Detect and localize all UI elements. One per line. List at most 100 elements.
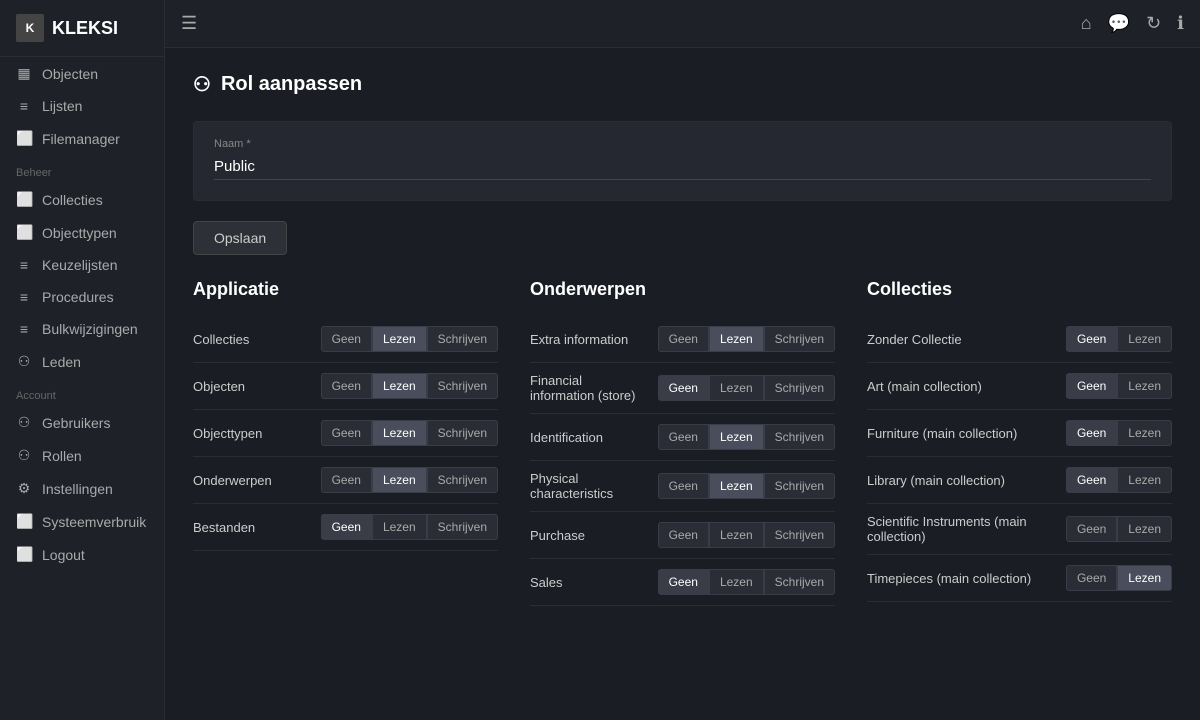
sidebar-item-instellingen[interactable]: ⚙ Instellingen — [0, 472, 164, 505]
sidebar-item-leden[interactable]: ⚇ Leden — [0, 345, 164, 378]
lezen-btn-scientific[interactable]: Lezen — [1117, 516, 1172, 542]
geen-btn-physical[interactable]: Geen — [658, 473, 709, 499]
perm-buttons-purchase: Geen Lezen Schrijven — [658, 522, 835, 548]
perm-row-library: Library (main collection) Geen Lezen — [867, 457, 1172, 504]
naam-form: Naam * — [193, 121, 1172, 201]
save-button[interactable]: Opslaan — [193, 221, 287, 255]
geen-btn-furniture[interactable]: Geen — [1066, 420, 1117, 446]
lezen-btn-physical[interactable]: Lezen — [709, 473, 764, 499]
lezen-btn-identification[interactable]: Lezen — [709, 424, 764, 450]
geen-btn-onderwerpen[interactable]: Geen — [321, 467, 372, 493]
naam-input[interactable] — [214, 154, 1151, 180]
perm-buttons-physical: Geen Lezen Schrijven — [658, 473, 835, 499]
sidebar-item-rollen[interactable]: ⚇ Rollen — [0, 439, 164, 472]
perm-buttons-timepieces: Geen Lezen — [1066, 565, 1172, 591]
lezen-btn-bestanden[interactable]: Lezen — [372, 514, 427, 540]
perm-buttons-collecties: Geen Lezen Schrijven — [321, 326, 498, 352]
perm-row-sales: Sales Geen Lezen Schrijven — [530, 559, 835, 606]
schrijven-btn-objecttypen[interactable]: Schrijven — [427, 420, 498, 446]
geen-btn-zonder-collectie[interactable]: Geen — [1066, 326, 1117, 352]
content-area: ⚇ Rol aanpassen Naam * Opslaan Applicati… — [165, 48, 1200, 720]
sidebar-item-procedures[interactable]: ≡ Procedures — [0, 281, 164, 313]
geen-btn-objecten[interactable]: Geen — [321, 373, 372, 399]
schrijven-btn-physical[interactable]: Schrijven — [764, 473, 835, 499]
sidebar-item-gebruikers[interactable]: ⚇ Gebruikers — [0, 406, 164, 439]
applicatie-title: Applicatie — [193, 279, 498, 300]
logo: K KLEKSI — [0, 0, 164, 57]
sidebar-item-keuzelijsten[interactable]: ≡ Keuzelijsten — [0, 249, 164, 281]
perm-buttons-objecttypen: Geen Lezen Schrijven — [321, 420, 498, 446]
collecties-perm-title: Collecties — [867, 279, 1172, 300]
schrijven-btn-collecties[interactable]: Schrijven — [427, 326, 498, 352]
geen-btn-purchase[interactable]: Geen — [658, 522, 709, 548]
menu-icon[interactable]: ☰ — [181, 13, 197, 34]
geen-btn-bestanden[interactable]: Geen — [321, 514, 372, 540]
geen-btn-extra-info[interactable]: Geen — [658, 326, 709, 352]
lezen-btn-timepieces[interactable]: Lezen — [1117, 565, 1172, 591]
perm-buttons-library: Geen Lezen — [1066, 467, 1172, 493]
info-icon[interactable]: ℹ — [1177, 13, 1184, 34]
geen-btn-financial-info[interactable]: Geen — [658, 375, 709, 401]
sidebar-item-objecten[interactable]: ▦ Objecten — [0, 57, 164, 90]
perm-label-physical: Physical characteristics — [530, 471, 650, 501]
perm-label-onderwerpen: Onderwerpen — [193, 473, 313, 488]
topbar: ☰ ⌂ 💬 ↻ ℹ — [165, 0, 1200, 48]
perm-buttons-bestanden: Geen Lezen Schrijven — [321, 514, 498, 540]
systeemverbruik-icon: ⬜ — [16, 513, 32, 530]
geen-btn-sales[interactable]: Geen — [658, 569, 709, 595]
perm-row-art: Art (main collection) Geen Lezen — [867, 363, 1172, 410]
lezen-btn-onderwerpen[interactable]: Lezen — [372, 467, 427, 493]
lezen-btn-collecties[interactable]: Lezen — [372, 326, 427, 352]
schrijven-btn-financial-info[interactable]: Schrijven — [764, 375, 835, 401]
schrijven-btn-identification[interactable]: Schrijven — [764, 424, 835, 450]
permissions-grid: Applicatie Collecties Geen Lezen Schrijv… — [193, 279, 1172, 606]
lezen-btn-sales[interactable]: Lezen — [709, 569, 764, 595]
geen-btn-art[interactable]: Geen — [1066, 373, 1117, 399]
perm-buttons-extra-info: Geen Lezen Schrijven — [658, 326, 835, 352]
perm-row-timepieces: Timepieces (main collection) Geen Lezen — [867, 555, 1172, 602]
lezen-btn-objecten[interactable]: Lezen — [372, 373, 427, 399]
page-title: ⚇ Rol aanpassen — [193, 72, 1172, 97]
lezen-btn-library[interactable]: Lezen — [1117, 467, 1172, 493]
lezen-btn-objecttypen[interactable]: Lezen — [372, 420, 427, 446]
schrijven-btn-purchase[interactable]: Schrijven — [764, 522, 835, 548]
schrijven-btn-objecten[interactable]: Schrijven — [427, 373, 498, 399]
sidebar-item-systeemverbruik[interactable]: ⬜ Systeemverbruik — [0, 505, 164, 538]
refresh-icon[interactable]: ↻ — [1146, 13, 1161, 34]
geen-btn-library[interactable]: Geen — [1066, 467, 1117, 493]
schrijven-btn-onderwerpen[interactable]: Schrijven — [427, 467, 498, 493]
lezen-btn-zonder-collectie[interactable]: Lezen — [1117, 326, 1172, 352]
geen-btn-scientific[interactable]: Geen — [1066, 516, 1117, 542]
sidebar-item-filemanager[interactable]: ⬜ Filemanager — [0, 122, 164, 155]
sidebar-item-objecttypen[interactable]: ⬜ Objecttypen — [0, 216, 164, 249]
main-area: ☰ ⌂ 💬 ↻ ℹ ⚇ Rol aanpassen Naam * Opslaan… — [165, 0, 1200, 720]
bulk-icon: ≡ — [16, 321, 32, 337]
procedures-icon: ≡ — [16, 289, 32, 305]
gebruikers-icon: ⚇ — [16, 414, 32, 431]
sidebar-item-logout[interactable]: ⬜ Logout — [0, 538, 164, 571]
lezen-btn-extra-info[interactable]: Lezen — [709, 326, 764, 352]
message-icon[interactable]: 💬 — [1108, 13, 1130, 34]
keuzelijsten-icon: ≡ — [16, 257, 32, 273]
perm-buttons-onderwerpen: Geen Lezen Schrijven — [321, 467, 498, 493]
geen-btn-objecttypen[interactable]: Geen — [321, 420, 372, 446]
schrijven-btn-bestanden[interactable]: Schrijven — [427, 514, 498, 540]
perm-label-sales: Sales — [530, 575, 650, 590]
schrijven-btn-sales[interactable]: Schrijven — [764, 569, 835, 595]
lezen-btn-furniture[interactable]: Lezen — [1117, 420, 1172, 446]
lezen-btn-art[interactable]: Lezen — [1117, 373, 1172, 399]
geen-btn-identification[interactable]: Geen — [658, 424, 709, 450]
geen-btn-timepieces[interactable]: Geen — [1066, 565, 1117, 591]
home-icon[interactable]: ⌂ — [1081, 13, 1092, 34]
topbar-left: ☰ — [181, 13, 197, 34]
instellingen-icon: ⚙ — [16, 480, 32, 497]
perm-label-art: Art (main collection) — [867, 379, 1058, 394]
lezen-btn-purchase[interactable]: Lezen — [709, 522, 764, 548]
sidebar-item-lijsten[interactable]: ≡ Lijsten — [0, 90, 164, 122]
schrijven-btn-extra-info[interactable]: Schrijven — [764, 326, 835, 352]
sidebar-item-collecties[interactable]: ⬜ Collecties — [0, 183, 164, 216]
sidebar-item-bulkwijzigingen[interactable]: ≡ Bulkwijzigingen — [0, 313, 164, 345]
lezen-btn-financial-info[interactable]: Lezen — [709, 375, 764, 401]
geen-btn-collecties[interactable]: Geen — [321, 326, 372, 352]
perm-label-zonder-collectie: Zonder Collectie — [867, 332, 1058, 347]
